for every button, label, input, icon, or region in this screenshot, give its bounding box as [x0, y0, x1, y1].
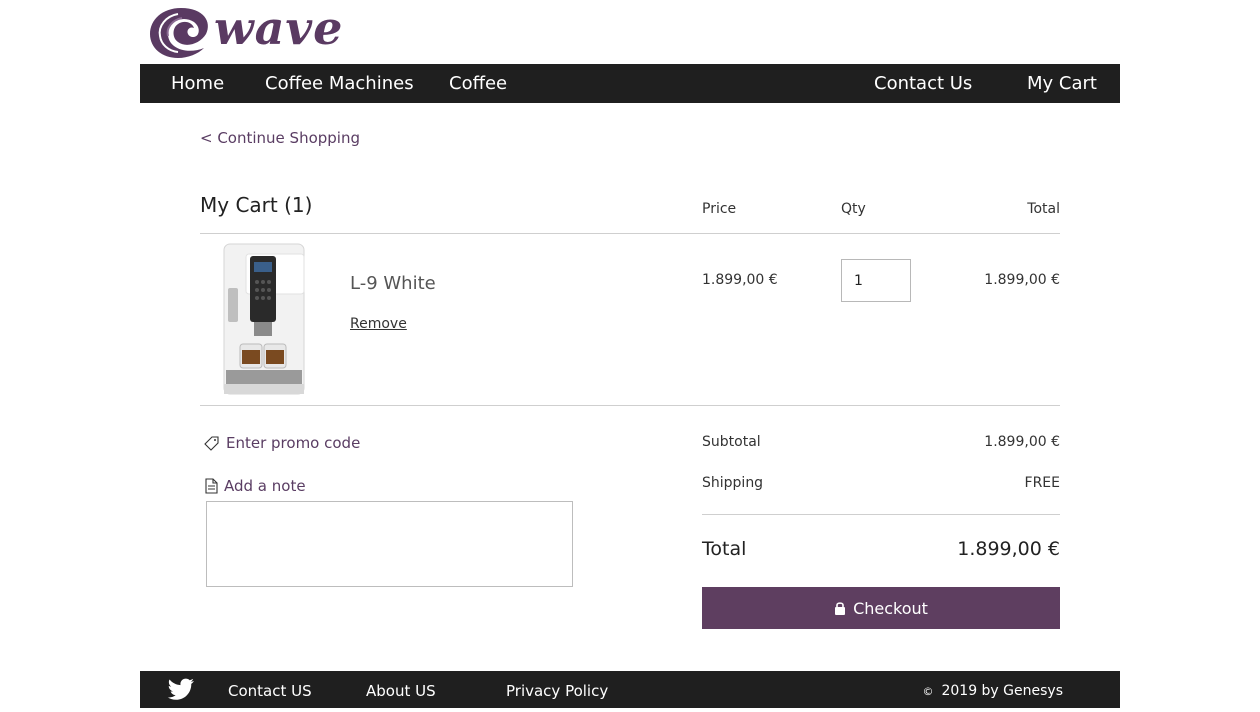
twitter-icon[interactable]	[167, 678, 195, 702]
note-icon	[205, 478, 218, 494]
divider	[200, 405, 1060, 406]
site-footer: Contact US About US Privacy Policy © 2019…	[140, 671, 1120, 708]
subtotal-value: 1.899,00 €	[984, 434, 1060, 450]
lock-icon	[835, 602, 846, 615]
product-name[interactable]: L-9 White	[350, 273, 436, 294]
promo-code-link[interactable]: Enter promo code	[204, 434, 360, 452]
main-nav: Home Coffee Machines Coffee Contact Us M…	[140, 64, 1120, 103]
checkout-button[interactable]: Checkout	[702, 587, 1060, 629]
nav-item-coffee[interactable]: Coffee	[449, 64, 507, 103]
total-value: 1.899,00 €	[957, 538, 1060, 560]
tag-icon	[204, 436, 219, 451]
shipping-value: FREE	[1024, 475, 1060, 491]
footer-link-about-us[interactable]: About US	[366, 671, 436, 712]
wave-logo-icon	[150, 8, 208, 58]
nav-item-my-cart[interactable]: My Cart	[1027, 64, 1097, 103]
footer-link-privacy-policy[interactable]: Privacy Policy	[506, 671, 608, 712]
item-total: 1.899,00 €	[984, 272, 1060, 288]
column-header-qty: Qty	[841, 201, 866, 217]
product-image[interactable]	[216, 240, 312, 400]
site-logo[interactable]: wave	[148, 1, 380, 60]
add-note-label: Add a note	[224, 477, 306, 495]
divider	[200, 233, 1060, 234]
copyright-symbol: ©	[922, 685, 934, 698]
subtotal-label: Subtotal	[702, 434, 761, 450]
note-textarea[interactable]	[206, 501, 573, 587]
shipping-label: Shipping	[702, 475, 764, 491]
add-note-link[interactable]: Add a note	[204, 477, 306, 495]
nav-item-coffee-machines[interactable]: Coffee Machines	[265, 64, 414, 103]
total-label: Total	[702, 538, 747, 560]
copyright-label: 2019 by Genesys	[941, 683, 1063, 699]
nav-item-home[interactable]: Home	[171, 64, 224, 103]
divider	[702, 514, 1060, 515]
continue-shopping-link[interactable]: < Continue Shopping	[200, 129, 360, 147]
cart-title: My Cart (1)	[200, 193, 313, 217]
column-header-price: Price	[702, 201, 737, 217]
footer-link-contact-us[interactable]: Contact US	[228, 671, 312, 712]
promo-code-label: Enter promo code	[226, 434, 361, 452]
quantity-input[interactable]	[841, 259, 911, 302]
nav-item-contact-us[interactable]: Contact Us	[874, 64, 972, 103]
remove-item-link[interactable]: Remove	[350, 316, 407, 332]
copyright-text: © 2019 by Genesys	[922, 671, 1063, 712]
column-header-total: Total	[1027, 201, 1060, 217]
item-price: 1.899,00 €	[702, 272, 778, 288]
logo-text: wave	[214, 1, 344, 55]
checkout-label: Checkout	[853, 598, 928, 618]
